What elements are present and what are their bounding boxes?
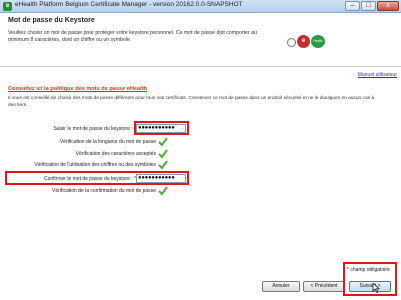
length-check-row: Vérification de la longueur du mot de pa… [0, 137, 401, 147]
password-label: Saisir le mot de passe du keystore : * [53, 126, 136, 132]
page-title: Mot de passe du Keystore [8, 17, 95, 24]
chars-check-label: Vérification des caractères acceptés [75, 151, 156, 157]
logo-circle-red: e [297, 35, 310, 48]
footer-highlight-box [343, 262, 397, 296]
digits-check-label: Vérification de l'utilisation des chiffr… [34, 162, 156, 168]
close-button[interactable]: x [377, 1, 399, 11]
maximize-button[interactable]: □ [361, 1, 376, 11]
confirm-highlight-box [5, 171, 189, 185]
checkmark-icon [158, 149, 168, 159]
logo-circle-outline [287, 38, 296, 47]
chars-check-row: Vérification des caractères acceptés [0, 149, 401, 159]
advice-text: Il vous est conseillé de choisir des mot… [8, 96, 375, 108]
ehealth-logo: e Health [287, 35, 331, 49]
password-highlight-box [134, 121, 189, 135]
digits-check-row: Vérification de l'utilisation des chiffr… [0, 160, 401, 170]
confirm-check-label: Vérification de la confirmation du mot d… [52, 188, 156, 194]
mouse-cursor-icon [372, 283, 380, 293]
checkmark-icon [158, 137, 168, 147]
window-controls: – □ x [345, 1, 399, 11]
app-icon: e [3, 2, 12, 11]
user-manual-link[interactable]: Manuel utilisateur [358, 72, 397, 78]
window-title: eHealth Platform Belgium Certificate Man… [15, 1, 243, 8]
length-check-label: Vérification de la longueur du mot de pa… [59, 139, 156, 145]
checkmark-icon [158, 186, 168, 196]
wizard-header: Mot de passe du Keystore Veuillez choisi… [0, 13, 401, 67]
previous-button[interactable]: < Précédent [303, 281, 345, 292]
intro-text: Veuillez choisir un mot de passe pour pr… [8, 30, 257, 43]
password-row: Saisir le mot de passe du keystore : * ●… [0, 124, 401, 134]
minimize-button[interactable]: – [345, 1, 360, 11]
confirm-check-row: Vérification de la confirmation du mot d… [0, 186, 401, 196]
window-titlebar: e eHealth Platform Belgium Certificate M… [0, 0, 401, 13]
cancel-button[interactable]: Annuler [262, 281, 300, 292]
password-policy-link[interactable]: Consultez ici la politique des mots de p… [8, 86, 147, 92]
logo-circle-green: Health [311, 35, 325, 48]
checkmark-icon [158, 160, 168, 170]
